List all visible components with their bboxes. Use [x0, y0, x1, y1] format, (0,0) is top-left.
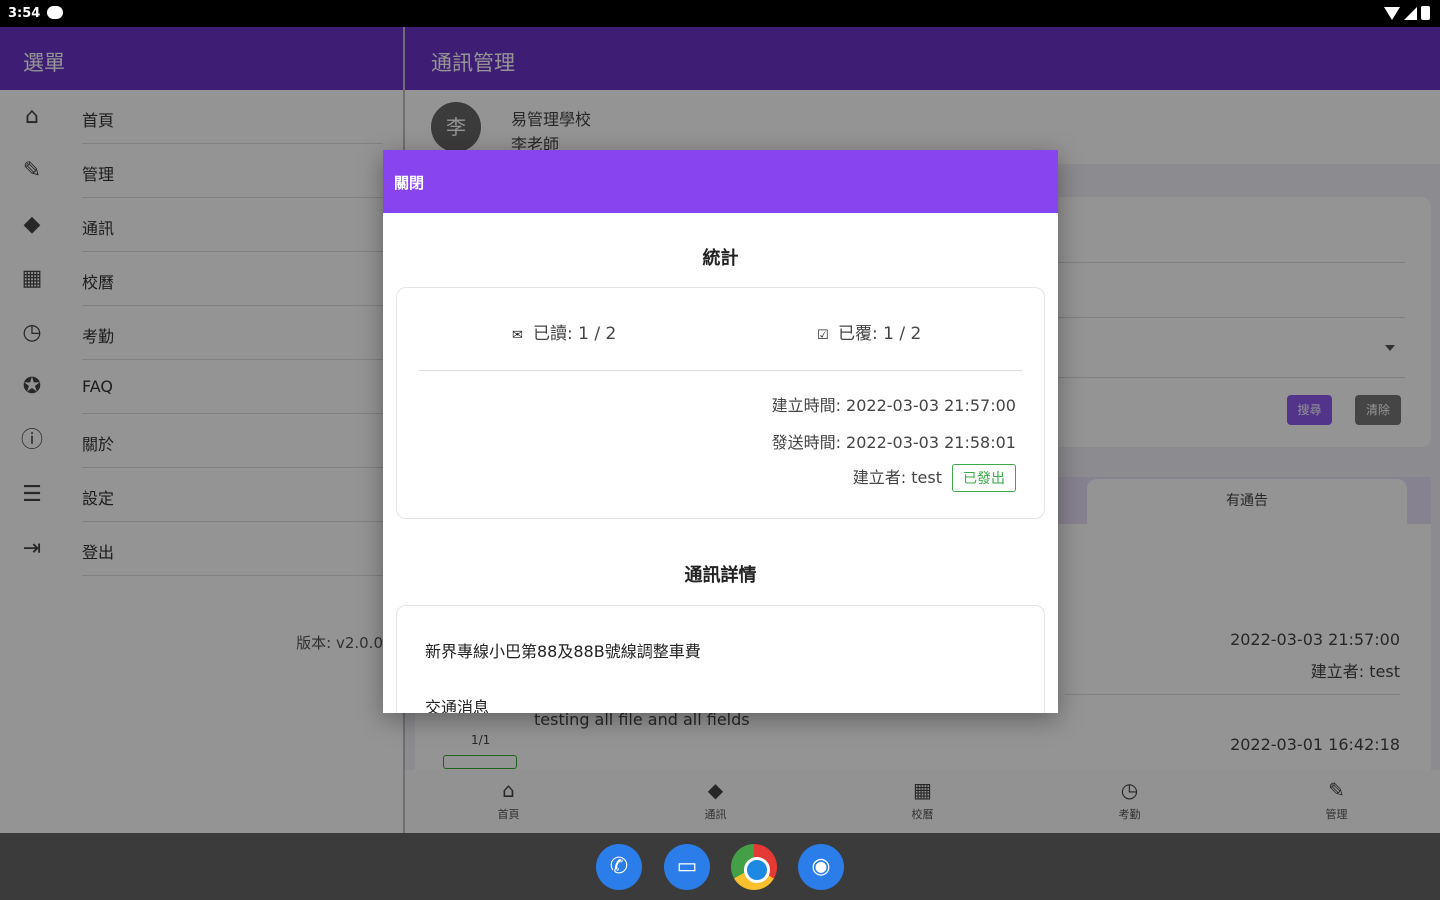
notice-subject: 新界專線小巴第88及88B號線調整車費 — [425, 642, 701, 661]
reply-count: 已覆: 1 / 2 — [838, 324, 922, 344]
detail-card: 新界專線小巴第88及88B號線調整車費 交通消息 — [396, 605, 1045, 713]
chrome-app-icon[interactable] — [731, 844, 777, 890]
status-bar: 3:54 — [0, 0, 1440, 27]
checkbox-icon: ☑ — [817, 328, 829, 343]
app-dock: ✆ ▭ ◉ — [0, 833, 1440, 900]
creator-label: 建立者: test — [852, 468, 942, 487]
notice-detail-dialog: 關閉 統計 ✉ 已讀: 1 / 2 ☑ 已覆: 1 / 2 建立時間: 2022-0… — [383, 150, 1058, 713]
system-icons — [1384, 6, 1430, 20]
detail-title: 通訊詳情 — [684, 565, 757, 586]
battery-icon — [1421, 6, 1430, 20]
read-count: 已讀: 1 / 2 — [533, 324, 617, 344]
dialog-close-button[interactable]: 關閉 — [383, 150, 1058, 213]
envelope-open-icon: ✉ — [512, 328, 523, 343]
status-time: 3:54 — [8, 6, 41, 21]
created-time: 建立時間: 2022-03-03 21:57:00 — [771, 396, 1016, 415]
phone-app-icon[interactable]: ✆ — [596, 844, 642, 890]
creator-row: 建立者: test 已發出 — [853, 464, 1016, 492]
stats-title: 統計 — [702, 248, 739, 269]
messages-app-icon[interactable]: ▭ — [664, 844, 710, 890]
wifi-icon — [1384, 6, 1400, 20]
signal-icon — [1404, 6, 1417, 20]
notice-category: 交通消息 — [425, 698, 490, 713]
sent-status-badge: 已發出 — [952, 464, 1016, 492]
camera-app-icon[interactable]: ◉ — [798, 844, 844, 890]
stats-divider — [419, 370, 1022, 371]
reply-stat: ☑ 已覆: 1 / 2 — [817, 319, 921, 344]
read-stat: ✉ 已讀: 1 / 2 — [512, 319, 616, 344]
stats-card: ✉ 已讀: 1 / 2 ☑ 已覆: 1 / 2 建立時間: 2022-03-03 2… — [396, 287, 1045, 519]
message-notification-icon — [47, 6, 63, 19]
sent-time: 發送時間: 2022-03-03 21:58:01 — [771, 433, 1016, 452]
